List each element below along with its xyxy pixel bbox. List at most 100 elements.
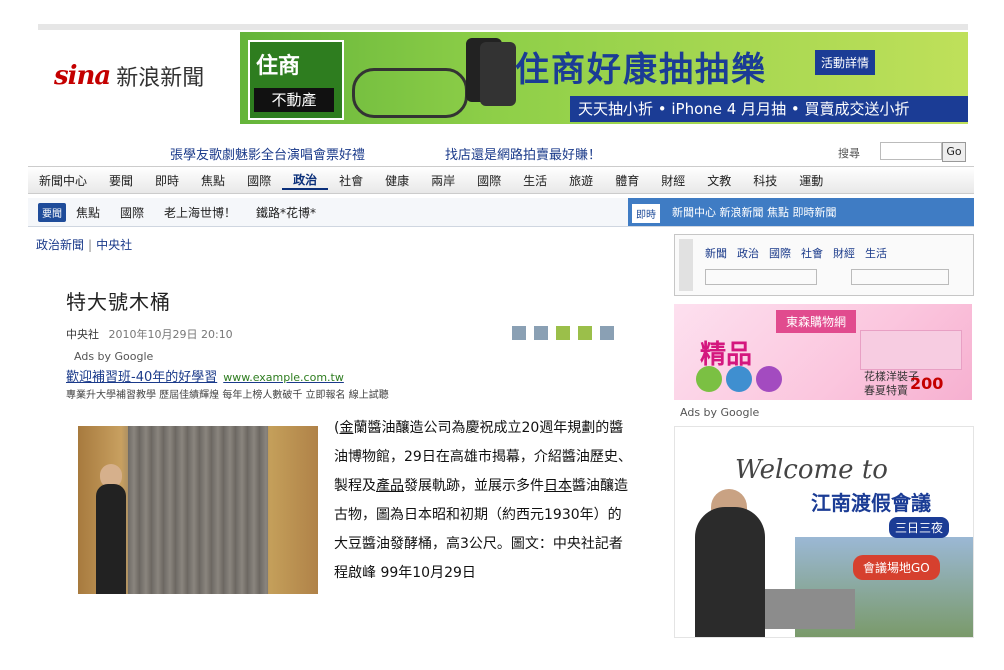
ads-by-google-label-2: Ads by Google [680,406,760,419]
sidebar-link-row: 新聞 政治 國際 社會 財經 生活 [705,245,887,261]
ad-circle [726,366,752,392]
nav-item[interactable]: 財經 [650,172,696,189]
body-text-3: 發展軌跡，並展示多件 [404,478,544,494]
ticker-badge: 即時 [632,204,660,223]
barrel-image [128,426,268,594]
phone-image-2 [480,42,516,106]
sidebar-link[interactable]: 生活 [865,245,887,261]
subnav-item[interactable]: 國際 [110,204,154,221]
breadcrumb-separator: | [88,238,93,252]
ad-ribbon: 東森購物網 [776,310,857,333]
logo-brand: sina [54,61,111,91]
banner-brand-box: 住商 不動產 [248,40,344,120]
article-photo[interactable] [78,426,318,594]
sidebar-link[interactable]: 新聞 [705,245,727,261]
product-image [860,330,962,370]
article-title: 特大號木桶 [66,290,171,314]
search-input[interactable] [880,142,942,160]
article-body: (金蘭醬油釀造公司為慶祝成立20週年規劃的醬油博物館，29日在高雄市揭幕，介紹醬… [334,414,632,588]
article-meta: 中央社 2010年10月29日 20:10 [66,326,233,342]
ad-circle [756,366,782,392]
bookmark-icon[interactable] [600,326,614,340]
banner-box-top: 住商 [256,54,301,79]
nav-item[interactable]: 生活 [512,172,558,189]
top-banner-ad[interactable]: 住商 不動產 住商好康抽抽樂 活動詳情 天天抽小折 • iPhone 4 月月抽… [240,32,968,124]
ticker-text[interactable]: 新聞中心 新浪新聞 焦點 即時新聞 [672,204,837,220]
subnav-badge[interactable]: 要聞 [38,202,66,222]
nav-item[interactable]: 焦點 [190,172,236,189]
nav-item[interactable]: 兩岸 [420,172,466,189]
laptop-image [765,589,855,629]
banner-subtitle: 天天抽小折 • iPhone 4 月月抽 • 買賣成交送小折 [570,96,968,122]
promo-link-left[interactable]: 張學友歌劇魅影全台演唱會票好禮 [170,144,365,163]
nav-item[interactable]: 國際 [236,172,282,189]
sidebar-input[interactable] [705,269,817,285]
nav-item[interactable]: 健康 [374,172,420,189]
body-link-3[interactable]: 產品 [376,478,404,494]
sidebar-scrollbar[interactable] [679,239,693,291]
article-date: 2010年10月29日 20:10 [108,328,233,341]
subnav-ticker[interactable]: 即時 新聞中心 新浪新聞 焦點 即時新聞 [628,198,974,226]
sidebar-link[interactable]: 社會 [801,245,823,261]
sidebar-link[interactable]: 政治 [737,245,759,261]
sidebar-input-2[interactable] [851,269,949,285]
email-icon[interactable] [534,326,548,340]
search-go-button[interactable]: Go [942,142,966,162]
nav-item[interactable]: 旅遊 [558,172,604,189]
nav-item[interactable]: 新聞中心 [28,172,98,189]
sidebar-ad-resort[interactable]: Welcome to 江南渡假會議 三日三夜 會議場地GO [674,426,974,638]
person-figure [96,484,126,594]
font-size-icon[interactable] [556,326,570,340]
nav-item[interactable]: 文教 [696,172,742,189]
nav-item[interactable]: 社會 [328,172,374,189]
body-link-1[interactable]: 金 [339,420,353,436]
text-ad-title[interactable]: 歡迎補習班-40年的好學習 [66,370,217,385]
subnav-item[interactable]: 鐵路*花博* [246,204,326,221]
ad-price: 200 [910,374,944,393]
ads-by-google-label: Ads by Google [74,350,154,363]
subnav-item[interactable]: 焦點 [66,204,110,221]
sidebar-search-box: 新聞 政治 國際 社會 財經 生活 [674,234,974,296]
text-ad-link[interactable]: 歡迎補習班-40年的好學習 www.example.com.tw [66,366,344,385]
print-icon[interactable] [512,326,526,340]
sidebar-ad-shopping[interactable]: 東森購物網 精品 花樣洋裝子 春夏特賣 200 [674,304,972,400]
share-icon[interactable] [578,326,592,340]
man-figure [695,507,765,637]
breadcrumb-item[interactable]: 中央社 [96,238,132,252]
promo-link-right[interactable]: 找店還是網路拍賣最好賺！ [445,144,601,163]
text-ad-url[interactable]: www.example.com.tw [223,371,344,384]
nav-item[interactable]: 即時 [144,172,190,189]
logo-text: 新浪新聞 [116,66,205,91]
breadcrumb-item[interactable]: 政治新聞 [36,238,84,252]
ad-label-2: 春夏特賣 [864,384,908,397]
top-strip [38,24,968,30]
article-source: 中央社 [66,328,99,341]
breadcrumb: 政治新聞 | 中央社 [36,236,132,253]
search-label: 搜尋 [838,147,860,160]
ad-welcome: Welcome to [735,455,888,485]
nav-item[interactable]: 要聞 [98,172,144,189]
nav-item[interactable]: 運動 [788,172,834,189]
ad-resort-name: 江南渡假會議 [811,491,931,515]
ad-go-button[interactable]: 會議場地GO [853,555,940,580]
bicycle-image [352,68,468,118]
sub-nav: 要聞 焦點 國際 老上海世博！ 鐵路*花博* 即時 新聞中心 新浪新聞 焦點 即… [28,198,974,227]
nav-item-active[interactable]: 政治 [282,171,329,190]
main-nav: 新聞中心 要聞 即時 焦點 國際 政治 社會 健康 兩岸 國際 生活 旅遊 體育… [28,166,974,194]
body-text-1: 蘭醬油釀造公司 [353,420,452,436]
sidebar-link[interactable]: 國際 [769,245,791,261]
text-ad-description: 專業升大學補習教學 歷屆佳績輝煌 每年上榜人數破千 立即報名 線上試聽 [66,390,389,401]
nav-item[interactable]: 體育 [604,172,650,189]
sidebar-link[interactable]: 財經 [833,245,855,261]
sina-logo[interactable]: sina 新浪新聞 [54,60,204,92]
subnav-item[interactable]: 老上海世博！ [154,204,246,221]
body-link-4[interactable]: 日本 [544,478,572,494]
banner-box-bottom: 不動產 [254,88,334,112]
article-tools [512,326,614,340]
nav-item[interactable]: 國際 [466,172,512,189]
banner-tag: 活動詳情 [815,50,876,75]
ad-circle [696,366,722,392]
ad-resort-badge: 三日三夜 [889,517,950,538]
nav-item[interactable]: 科技 [742,172,788,189]
banner-title: 住商好康抽抽樂 [515,50,767,90]
